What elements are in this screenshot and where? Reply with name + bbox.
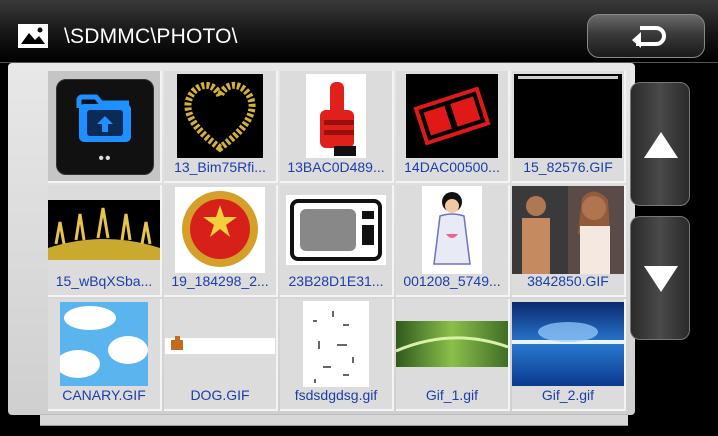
thumbnail-image [396,185,508,275]
thumbnail-grid: •• 13_Bim75Rfi... 13BAC0D489... 14DAC005… [48,71,628,411]
thumbnail-image [512,185,624,275]
thumbnail-label: 15_82576.GIF [523,159,613,175]
thumbnail-image [396,299,508,389]
panel-base [40,414,628,426]
thumbnail-item[interactable]: CANARY.GIF [48,299,162,411]
thumbnail-item[interactable]: DOG.GIF [164,299,278,411]
thumbnail-item[interactable]: fsdsdgdsg.gif [280,299,394,411]
thumbnail-image [48,185,160,275]
scroll-down-button[interactable] [630,216,690,340]
thumbnail-label: 3842850.GIF [527,273,609,289]
thumbnail-image [512,71,624,161]
thumbnail-image [164,299,276,389]
thumbnail-label: Gif_1.gif [425,387,479,403]
thumbnail-item[interactable]: 13BAC0D489... [280,71,394,183]
thumbnail-label: CANARY.GIF [62,387,146,403]
thumbnail-item[interactable]: Gif_1.gif [396,299,510,411]
thumbnail-label: 13_Bim75Rfi... [174,159,266,175]
thumbnail-item[interactable]: 15_wBqXSba... [48,185,162,297]
parent-folder-item[interactable]: •• [48,71,162,183]
thumbnail-item[interactable]: 23B28D1E31... [280,185,394,297]
thumbnail-label: 19_184298_2... [171,273,269,289]
scroll-up-button[interactable] [630,82,690,206]
thumbnail-image [164,71,276,161]
thumbnail-label: Gif_2.gif [541,387,595,403]
return-arrow-icon [632,26,666,48]
back-button[interactable] [587,14,705,58]
parent-folder-button: •• [56,79,154,175]
current-path: \SDMMC\PHOTO\ [64,25,238,48]
thumbnail-image [512,299,624,389]
thumbnail-image [280,185,392,275]
triangle-down-icon [644,266,678,292]
thumbnail-label: 13BAC0D489... [287,159,385,175]
thumbnail-label: 15_wBqXSba... [55,273,153,289]
thumbnail-item[interactable]: 3842850.GIF [512,185,626,297]
thumbnail-image [48,299,160,389]
thumbnail-label: 14DAC00500... [404,159,500,175]
title-bar: \SDMMC\PHOTO\ [0,0,718,63]
thumbnail-label: 001208_5749... [403,273,501,289]
thumbnail-image [280,71,392,161]
folder-up-icon [76,94,131,142]
thumbnail-label: 23B28D1E31... [288,273,384,289]
triangle-up-icon [644,132,678,158]
thumbnail-item[interactable]: 15_82576.GIF [512,71,626,183]
thumbnail-label: DOG.GIF [190,387,250,403]
thumbnail-item[interactable]: Gif_2.gif [512,299,626,411]
thumbnail-item[interactable]: 13_Bim75Rfi... [164,71,278,183]
thumbnail-item[interactable]: 19_184298_2... [164,185,278,297]
thumbnail-image [280,299,392,389]
thumbnail-item[interactable]: 001208_5749... [396,185,510,297]
parent-folder-dots: •• [98,150,112,167]
thumbnail-image [164,185,276,275]
photo-icon [18,24,48,48]
thumbnail-label: fsdsdgdsg.gif [294,387,378,403]
thumbnail-image [396,71,508,161]
thumbnail-item[interactable]: 14DAC00500... [396,71,510,183]
